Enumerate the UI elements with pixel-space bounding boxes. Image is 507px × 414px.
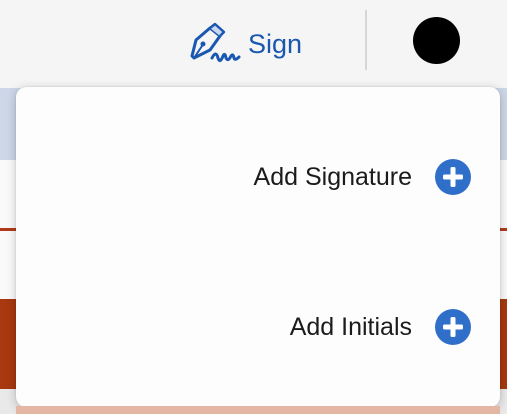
background-banner-edge — [16, 406, 500, 414]
pen-signature-icon — [186, 22, 242, 66]
top-toolbar: Sign — [0, 0, 507, 88]
sign-dropdown-menu: Add Signature Add Initials — [16, 87, 500, 407]
add-initials-label: Add Initials — [289, 312, 412, 341]
sign-button-label: Sign — [248, 28, 303, 59]
plus-circle-icon[interactable] — [434, 308, 472, 346]
avatar[interactable] — [413, 17, 460, 64]
add-signature-menu-item[interactable]: Add Signature — [254, 158, 472, 196]
add-initials-menu-item[interactable]: Add Initials — [290, 308, 472, 346]
add-signature-label: Add Signature — [253, 162, 412, 191]
app-stage: Sign Add Signature Add Initials — [0, 0, 507, 414]
sign-button[interactable]: Sign — [186, 22, 302, 66]
plus-circle-icon[interactable] — [434, 158, 472, 196]
toolbar-divider — [365, 10, 367, 70]
